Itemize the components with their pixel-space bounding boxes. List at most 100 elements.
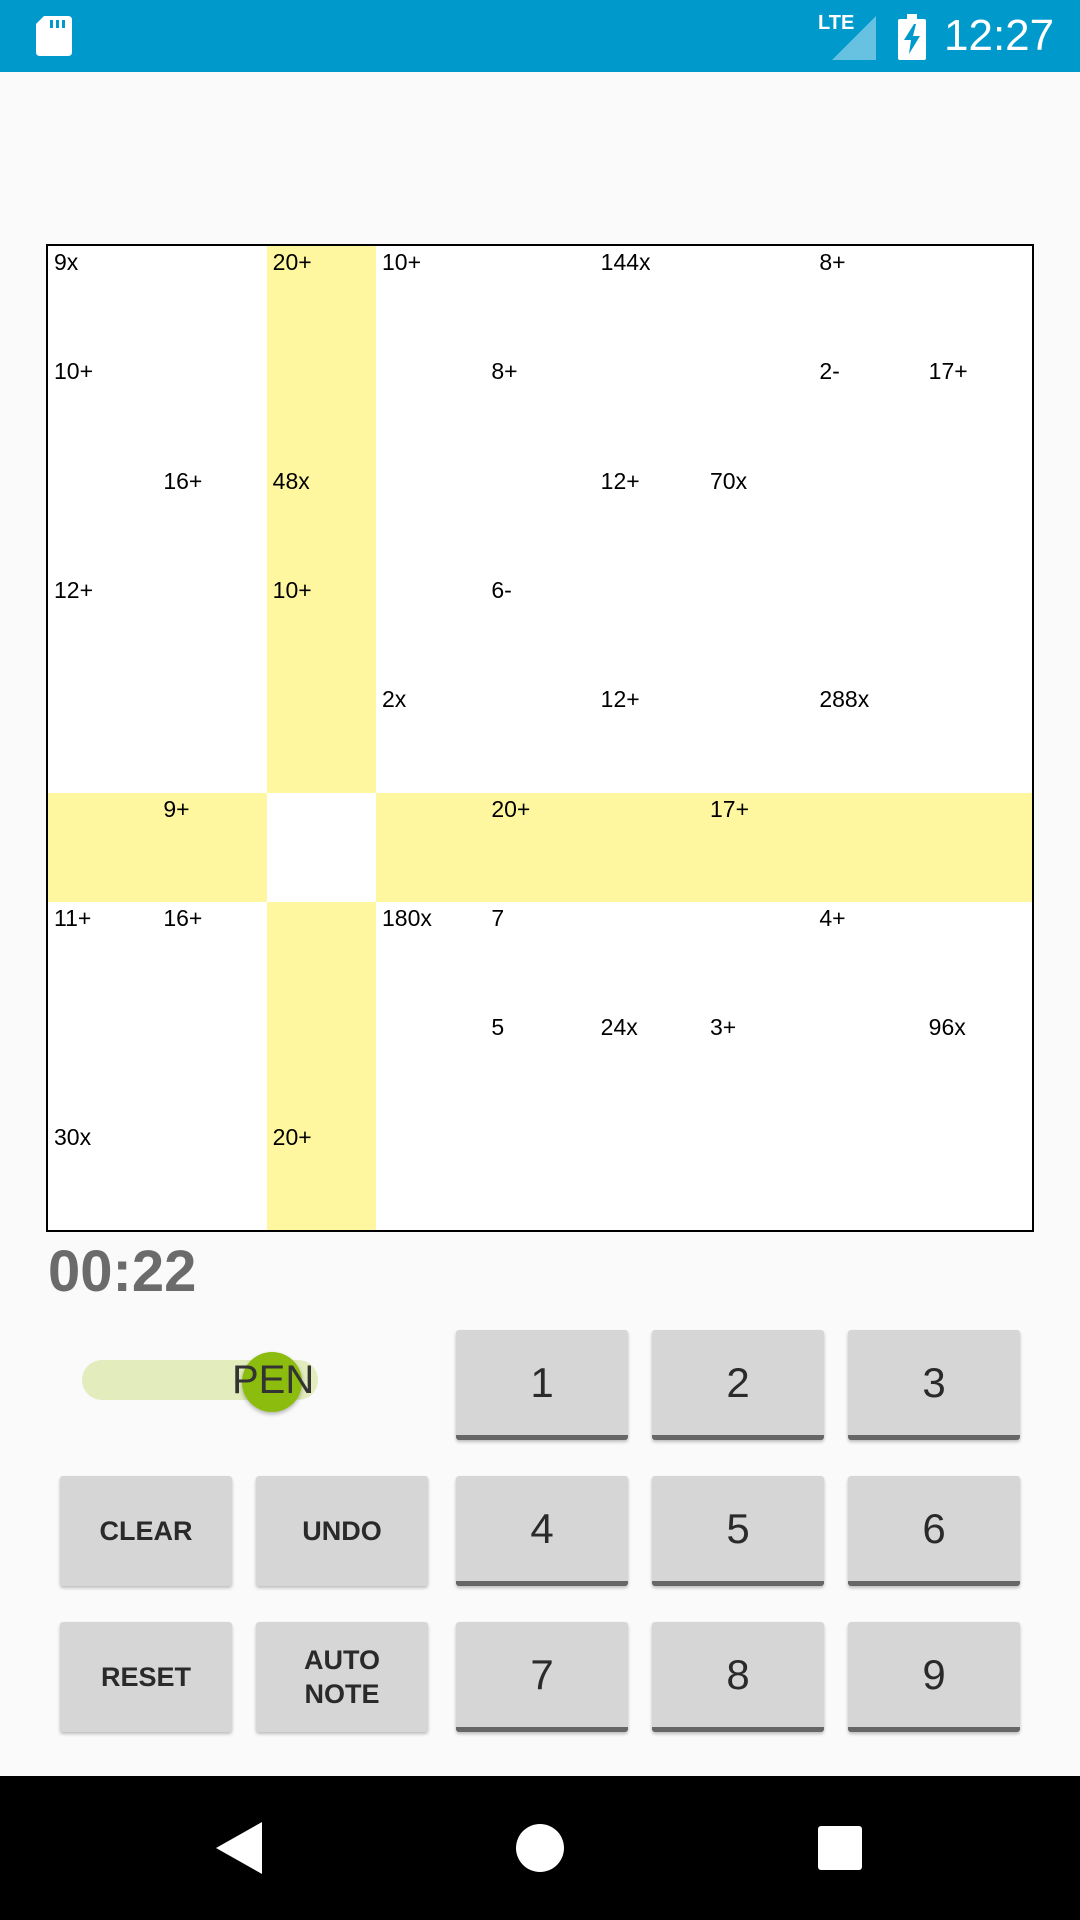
grid-cell[interactable] xyxy=(157,355,267,465)
grid-cell[interactable] xyxy=(922,1120,1032,1230)
cage-clue: 70x xyxy=(710,467,748,494)
grid-cell[interactable] xyxy=(485,464,595,574)
grid-cell[interactable] xyxy=(813,574,923,684)
grid-cell[interactable] xyxy=(813,1120,923,1230)
cage-clue: 9x xyxy=(54,249,79,275)
cage-clue: 16+ xyxy=(163,905,203,931)
auto-note-button[interactable]: AUTO NOTE xyxy=(256,1622,428,1732)
grid-cell[interactable] xyxy=(594,574,704,684)
cage-clue: 12+ xyxy=(600,467,640,494)
grid-cell[interactable] xyxy=(376,574,486,684)
grid-cell[interactable] xyxy=(376,1120,486,1230)
grid-cell[interactable] xyxy=(266,355,376,465)
number-button-4[interactable]: 4 xyxy=(456,1476,628,1586)
grid-cell[interactable] xyxy=(922,902,1032,1012)
cage-clue: 2x xyxy=(382,686,407,713)
cage-clue: 48x xyxy=(272,467,310,494)
number-button-5[interactable]: 5 xyxy=(652,1476,824,1586)
grid-cell[interactable] xyxy=(485,1120,595,1230)
cage-clue: 11+ xyxy=(54,905,92,931)
cage-clue: 20+ xyxy=(491,795,531,822)
grid-cell[interactable] xyxy=(157,683,267,793)
cage-clue: 2- xyxy=(819,358,840,385)
grid-cell[interactable] xyxy=(485,683,595,793)
grid-cell[interactable] xyxy=(376,1011,486,1121)
grid-cell[interactable] xyxy=(594,355,704,465)
number-button-7[interactable]: 7 xyxy=(456,1622,628,1732)
grid-cell[interactable] xyxy=(704,683,814,793)
grid-cell[interactable] xyxy=(922,683,1032,793)
home-icon[interactable] xyxy=(516,1824,564,1872)
grid-cell[interactable] xyxy=(594,1120,704,1230)
grid-cell[interactable] xyxy=(704,246,814,356)
grid-cell[interactable] xyxy=(48,792,158,902)
cage-clue: 24x xyxy=(600,1014,638,1041)
cage-clue: 17+ xyxy=(710,795,750,822)
cage-clue: 10+ xyxy=(272,577,312,603)
puzzle-grid[interactable]: 9x 20+ 10+ 144x 8+ 10+ 8+ 2- 17+ 16+ 48x 12+ 70x 12+ 1… xyxy=(46,244,1034,1232)
cage-clue: 8+ xyxy=(491,358,518,385)
undo-button[interactable]: UNDO xyxy=(256,1476,428,1586)
grid-cell[interactable] xyxy=(813,464,923,574)
cage-clue: 10+ xyxy=(54,358,94,385)
grid-cell[interactable] xyxy=(813,792,923,902)
grid-cell[interactable] xyxy=(704,902,814,1012)
cage-clue: 4+ xyxy=(819,905,846,931)
number-button-1[interactable]: 1 xyxy=(456,1330,628,1440)
grid-cell[interactable] xyxy=(376,792,486,902)
cage-clue: 20+ xyxy=(272,249,312,275)
reset-button[interactable]: RESET xyxy=(60,1622,232,1732)
pen-toggle-label: PEN xyxy=(232,1358,315,1402)
grid-cell[interactable] xyxy=(922,574,1032,684)
grid-cell[interactable] xyxy=(704,355,814,465)
grid-cell[interactable] xyxy=(704,1120,814,1230)
grid-cell[interactable] xyxy=(48,683,158,793)
cage-clue: 16+ xyxy=(163,467,203,494)
cage-clue: 6- xyxy=(491,577,512,603)
number-button-9[interactable]: 9 xyxy=(848,1622,1020,1732)
grid-cell[interactable] xyxy=(594,902,704,1012)
grid-cell[interactable] xyxy=(48,464,158,574)
grid-cell[interactable] xyxy=(594,792,704,902)
grid-cell[interactable] xyxy=(266,1011,376,1121)
status-clock: 12:27 xyxy=(944,11,1055,60)
back-icon[interactable] xyxy=(216,1822,264,1874)
number-button-3[interactable]: 3 xyxy=(848,1330,1020,1440)
grid-cell[interactable] xyxy=(157,1011,267,1121)
grid-cell[interactable] xyxy=(266,902,376,1012)
cage-clue: 7 xyxy=(491,905,505,931)
cage-clue: 96x xyxy=(928,1014,966,1041)
number-button-6[interactable]: 6 xyxy=(848,1476,1020,1586)
grid-cell[interactable] xyxy=(48,1011,158,1121)
grid-cell[interactable] xyxy=(157,246,267,356)
grid-cell[interactable] xyxy=(266,792,376,902)
grid-cell[interactable] xyxy=(922,246,1032,356)
number-button-2[interactable]: 2 xyxy=(652,1330,824,1440)
grid-cell[interactable] xyxy=(376,464,486,574)
grid-cell[interactable] xyxy=(376,355,486,465)
cage-clue: 180x xyxy=(382,905,432,931)
cage-clue: 10+ xyxy=(382,249,422,275)
cage-clue: 30x xyxy=(54,1123,92,1150)
cage-clue: 17+ xyxy=(928,358,968,385)
grid-cell[interactable] xyxy=(157,1120,267,1230)
grid-cell[interactable] xyxy=(813,1011,923,1121)
clear-button[interactable]: CLEAR xyxy=(60,1476,232,1586)
grid-cell[interactable] xyxy=(922,792,1032,902)
grid-cell[interactable] xyxy=(704,574,814,684)
grid-cell[interactable] xyxy=(922,464,1032,574)
grid-cell[interactable] xyxy=(266,683,376,793)
sd-card-icon xyxy=(36,16,72,56)
cage-clue: 288x xyxy=(819,686,870,713)
grid-cell[interactable] xyxy=(157,574,267,684)
timer: 00:22 xyxy=(48,1239,197,1304)
signal-icon: LTE xyxy=(818,12,876,60)
grid-cell[interactable] xyxy=(485,246,595,356)
cage-clue: 144x xyxy=(600,249,651,275)
pen-mode-toggle[interactable]: PEN xyxy=(82,1352,320,1412)
recents-icon[interactable] xyxy=(818,1826,862,1870)
number-button-8[interactable]: 8 xyxy=(652,1622,824,1732)
cage-clue: 20+ xyxy=(272,1123,312,1150)
status-bar: LTE 12:27 xyxy=(0,0,1080,72)
cage-clue: 9+ xyxy=(163,795,190,822)
